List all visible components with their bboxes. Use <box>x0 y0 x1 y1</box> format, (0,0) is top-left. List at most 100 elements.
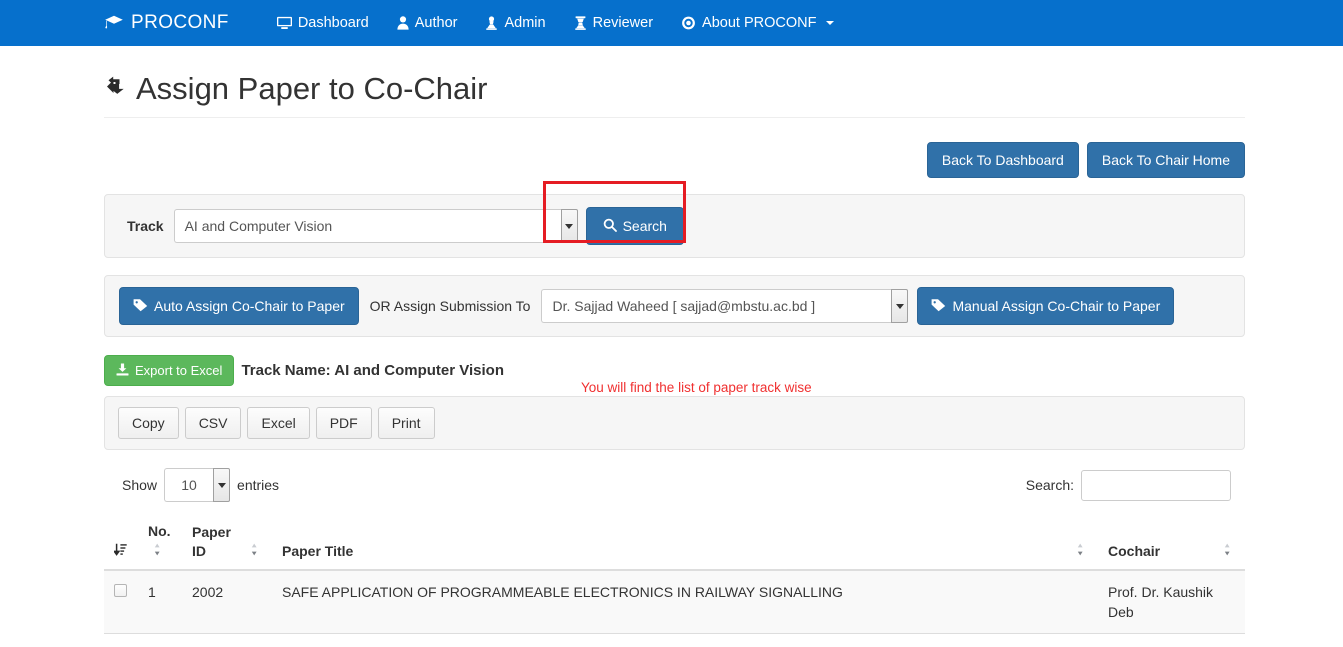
row-paper-title: SAFE APPLICATION OF PROGRAMMEABLE ELECTR… <box>272 569 1098 634</box>
sort-amount-desc-icon <box>112 542 127 560</box>
row-cochair: Prof. Dr. Kaushik Deb <box>1098 569 1245 634</box>
back-to-dashboard-button[interactable]: Back To Dashboard <box>926 142 1079 179</box>
datatable-controls: Show 10 entries Search: <box>104 468 1245 503</box>
auto-assign-label: Auto Assign Co-Chair to Paper <box>154 298 345 315</box>
track-label: Track <box>127 218 164 235</box>
copy-button[interactable]: Copy <box>118 407 179 440</box>
show-label: Show <box>122 477 158 494</box>
entries-select-arrow-icon[interactable] <box>213 468 231 503</box>
page-header: Assign Paper to Co-Chair <box>104 46 1245 119</box>
csv-button[interactable]: CSV <box>184 407 242 440</box>
column-header-no[interactable]: No. <box>138 514 182 571</box>
column-header-paper-id[interactable]: Paper ID <box>182 514 272 571</box>
table-head: No. Paper ID Paper Title Cochair <box>104 514 1245 571</box>
row-no: 1 <box>138 569 182 634</box>
export-row: Export to Excel Track Name: AI and Compu… <box>104 355 1245 395</box>
brand-logo[interactable]: PROCONF <box>104 12 229 34</box>
tag-icon <box>133 298 148 314</box>
nav-item-about-proconf[interactable]: About PROCONF <box>667 0 848 46</box>
entries-select-value[interactable]: 10 <box>164 468 214 503</box>
search-button-label: Search <box>622 218 667 235</box>
row-paper-id: 2004 <box>182 633 272 647</box>
pdf-button[interactable]: PDF <box>315 407 372 440</box>
row-paper-id: 2002 <box>182 569 272 634</box>
page-title: Assign Paper to Co-Chair <box>104 71 1245 106</box>
search-input[interactable] <box>1081 469 1231 501</box>
papers-table: No. Paper ID Paper Title Cochair 1 2002 … <box>104 514 1245 647</box>
column-header-cochair[interactable]: Cochair <box>1098 514 1245 571</box>
or-assign-text: OR Assign Submission To <box>369 298 531 315</box>
search-button[interactable]: Search <box>585 207 684 246</box>
track-select-arrow-icon[interactable] <box>560 209 578 244</box>
track-search-panel: Track AI and Computer Vision Search <box>104 181 1245 259</box>
manual-assign-label: Manual Assign Co-Chair to Paper <box>952 298 1161 315</box>
nav-label: About PROCONF <box>702 15 817 31</box>
chess-pawn-icon <box>485 16 498 30</box>
datatable-export-buttons: Copy CSV Excel PDF Print <box>104 396 1245 451</box>
track-select[interactable]: AI and Computer Vision <box>173 209 578 244</box>
header-button-row: Back To Dashboard Back To Chair Home <box>104 118 1245 179</box>
nav-item-reviewer[interactable]: Reviewer <box>560 0 667 46</box>
column-header-paper-title[interactable]: Paper Title <box>272 514 1098 571</box>
nav-label: Author <box>414 15 458 31</box>
graduation-cap-icon <box>104 15 124 31</box>
chess-rook-icon <box>574 16 587 30</box>
top-navbar: PROCONF Dashboard Author Admin Reviewer … <box>0 0 1343 46</box>
tag-icon <box>931 298 946 314</box>
datatable-length-control: Show 10 entries <box>122 468 280 503</box>
row-checkbox[interactable] <box>114 583 127 597</box>
search-label: Search: <box>1025 477 1074 494</box>
table-row[interactable]: 2 2004 Pure Rough Mereology and Counting… <box>104 633 1245 647</box>
nav-item-admin[interactable]: Admin <box>471 0 559 46</box>
exchange-vertical-icon <box>104 76 134 104</box>
datatable-filter-control: Search: <box>1025 469 1231 501</box>
nav-item-author[interactable]: Author <box>383 0 472 46</box>
row-no: 2 <box>138 633 182 647</box>
sort-icon <box>1077 542 1088 560</box>
entries-label: entries <box>237 477 280 494</box>
column-header-select-all[interactable] <box>104 514 138 571</box>
track-name-label: Track Name: AI and Computer Vision <box>241 362 505 380</box>
column-label-paper-title: Paper Title <box>282 542 354 559</box>
brand-label: PROCONF <box>131 12 229 33</box>
sort-icon <box>251 542 262 560</box>
nav-label: Dashboard <box>297 15 369 31</box>
file-export-icon <box>116 363 129 378</box>
nav-label: Reviewer <box>592 15 654 31</box>
export-to-excel-button[interactable]: Export to Excel <box>104 355 235 387</box>
back-to-chair-home-button[interactable]: Back To Chair Home <box>1086 142 1245 179</box>
export-to-excel-label: Export to Excel <box>135 363 223 379</box>
column-label-cochair: Cochair <box>1108 542 1161 559</box>
sort-icon <box>154 542 165 560</box>
navbar-links: Dashboard Author Admin Reviewer About PR… <box>263 0 849 46</box>
user-icon <box>397 16 409 30</box>
manual-assign-button[interactable]: Manual Assign Co-Chair to Paper <box>917 287 1175 326</box>
sort-icon <box>1224 542 1235 560</box>
page-title-text: Assign Paper to Co-Chair <box>136 71 488 106</box>
datatable-wrapper: Copy CSV Excel PDF Print Show 10 entries… <box>104 396 1245 647</box>
track-select-value[interactable]: AI and Computer Vision <box>173 209 561 244</box>
cochair-select-arrow-icon[interactable] <box>891 289 909 324</box>
page-container: Assign Paper to Co-Chair Back To Dashboa… <box>100 46 1245 647</box>
entries-select[interactable]: 10 <box>164 468 231 503</box>
nav-label: Admin <box>504 15 546 31</box>
eye-icon <box>681 16 696 30</box>
table-body: 1 2002 SAFE APPLICATION OF PROGRAMMEABLE… <box>104 569 1245 647</box>
auto-assign-button[interactable]: Auto Assign Co-Chair to Paper <box>119 287 359 326</box>
column-label-paper-id: Paper ID <box>192 524 231 559</box>
print-button[interactable]: Print <box>377 407 435 440</box>
assign-panel: Auto Assign Co-Chair to Paper OR Assign … <box>104 275 1245 338</box>
column-label-no: No. <box>148 523 171 540</box>
row-paper-title: Pure Rough Mereology and Counting <box>272 633 1098 647</box>
row-checkbox-cell[interactable] <box>104 633 138 647</box>
magnifier-icon <box>603 218 617 234</box>
row-checkbox-cell[interactable] <box>104 569 138 634</box>
cochair-select-value[interactable]: Dr. Sajjad Waheed [ sajjad@mbstu.ac.bd ] <box>541 289 892 324</box>
desktop-icon <box>276 16 292 30</box>
nav-item-dashboard[interactable]: Dashboard <box>263 0 383 46</box>
cochair-select[interactable]: Dr. Sajjad Waheed [ sajjad@mbstu.ac.bd ] <box>541 289 909 324</box>
row-cochair: Prof. Dr. Kaushik Deb <box>1098 633 1245 647</box>
table-row[interactable]: 1 2002 SAFE APPLICATION OF PROGRAMMEABLE… <box>104 569 1245 634</box>
chevron-down-icon <box>826 21 835 25</box>
excel-button[interactable]: Excel <box>247 407 310 440</box>
